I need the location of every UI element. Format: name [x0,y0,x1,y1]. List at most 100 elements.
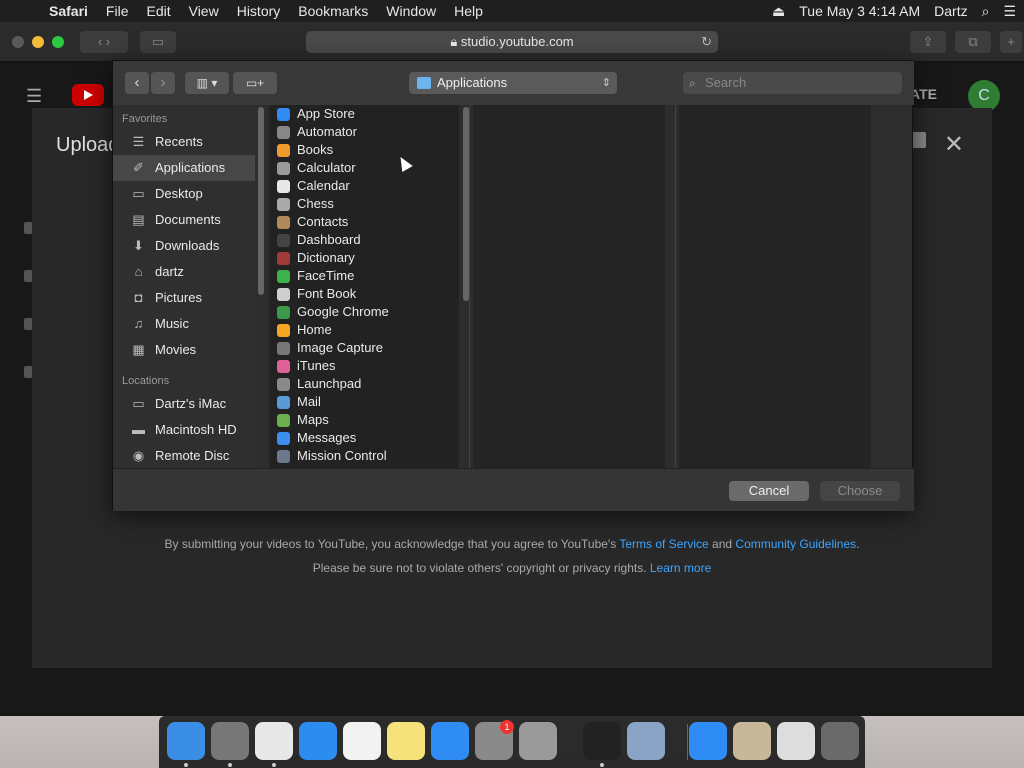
remote-disc-icon: ◉ [132,448,145,463]
dock-finder-icon[interactable] [167,722,205,760]
column-divider[interactable] [469,105,470,468]
list-item[interactable]: Calculator [269,159,459,177]
list-item-label: Messages [297,430,357,445]
sidebar-item-applications[interactable]: ✐ Applications [113,155,255,181]
community-guidelines-link[interactable]: Community Guidelines [735,537,856,551]
menu-file[interactable]: File [97,3,138,19]
clock[interactable]: Tue May 3 4:14 AM [799,3,920,19]
app-icon [277,270,290,283]
sidebar-item-movies[interactable]: ▦ Movies [113,337,255,363]
sidebar-item-home[interactable]: ⌂ dartz [113,259,255,285]
dock-downloads-stack-icon[interactable] [777,722,815,760]
app-icon [277,306,290,319]
tabs-overview-icon[interactable]: ⧉ [955,31,991,53]
sidebar-item-pictures[interactable]: ◘ Pictures [113,285,255,311]
sidebar-item-recents[interactable]: ☰ Recents [113,129,255,155]
column-divider[interactable] [675,105,676,468]
choose-button[interactable]: Choose [820,481,900,501]
notification-center-icon[interactable]: ☰ [1003,3,1016,20]
back-forward-buttons[interactable]: ‹ › [80,31,128,53]
list-item[interactable]: FaceTime [269,267,459,285]
share-icon[interactable]: ⇪ [910,31,946,53]
recents-icon: ☰ [132,134,145,149]
menu-app-safari[interactable]: Safari [40,3,97,19]
list-item[interactable]: Dashboard [269,231,459,249]
file-dialog-toolbar: ‹ › ▥ ▾ ▭+ Applications ⇕ ⌕ Search [113,61,914,105]
cancel-button[interactable]: Cancel [729,481,809,501]
list-item[interactable]: Mission Control [269,447,459,465]
menu-bookmarks[interactable]: Bookmarks [289,3,377,19]
lock-icon: 🔒︎ [450,34,458,49]
fullscreen-window-button[interactable] [52,36,64,48]
list-item-label: FaceTime [297,268,355,283]
applications-icon: ✐ [133,160,144,175]
minimize-window-button[interactable] [32,36,44,48]
sidebar-scrollbar[interactable] [258,107,264,295]
new-folder-icon[interactable]: ▭+ [233,72,277,94]
menu-window[interactable]: Window [377,3,445,19]
terms-of-service-link[interactable]: Terms of Service [619,537,708,551]
eject-icon[interactable]: ⏏ [772,3,785,20]
search-field[interactable]: ⌕ Search [683,72,902,94]
sidebar-item-macintosh-hd[interactable]: ▬ Macintosh HD [113,417,255,443]
close-window-button[interactable] [12,36,24,48]
list-item[interactable]: Books [269,141,459,159]
hamburger-menu-icon[interactable]: ☰ [26,86,42,107]
dock-chrome-icon[interactable] [255,722,293,760]
dock-app-store-icon[interactable] [431,722,469,760]
dock-trash-icon[interactable] [821,722,859,760]
dock-preview-icon[interactable] [627,722,665,760]
running-indicator [184,763,188,767]
dock-photos-folder-icon[interactable] [733,722,771,760]
menu-history[interactable]: History [228,3,290,19]
dock-utility-icon[interactable] [519,722,557,760]
menu-help[interactable]: Help [445,3,492,19]
list-item[interactable]: Launchpad [269,375,459,393]
menu-view[interactable]: View [180,3,228,19]
sidebar-item-music[interactable]: ♫ Music [113,311,255,337]
address-bar[interactable]: 🔒︎ studio.youtube.com ↻ [306,31,718,53]
forward-icon[interactable]: › [151,72,175,94]
dock-notes-icon[interactable] [387,722,425,760]
dock-calendar-icon[interactable] [343,722,381,760]
app-icon [277,144,290,157]
list-item[interactable]: Maps [269,411,459,429]
dock-app-store-2-icon[interactable] [689,722,727,760]
back-icon[interactable]: ‹ [125,72,149,94]
view-mode-icon[interactable]: ▥ ▾ [185,72,229,94]
list-item[interactable]: Dictionary [269,249,459,267]
menu-bar-status: ⏏ Tue May 3 4:14 AM Dartz ⌕ ☰ [772,0,1016,22]
list-item[interactable]: Image Capture [269,339,459,357]
location-popup[interactable]: Applications ⇕ [409,72,617,94]
create-button[interactable]: ATE [910,86,937,102]
list-item[interactable]: Messages [269,429,459,447]
list-item[interactable]: Font Book [269,285,459,303]
list-item[interactable]: Chess [269,195,459,213]
youtube-logo-icon[interactable] [72,84,104,106]
sidebar-item-imac[interactable]: ▭ Dartz's iMac [113,391,255,417]
list-item[interactable]: Mail [269,393,459,411]
list-item[interactable]: iTunes [269,357,459,375]
list-item[interactable]: Google Chrome [269,303,459,321]
dock-launchpad-icon[interactable] [211,722,249,760]
list-item[interactable]: Contacts [269,213,459,231]
list-item-label: Home [297,322,332,337]
sidebar-toggle-icon[interactable]: ▭ [140,31,176,53]
list-item[interactable]: Automator [269,123,459,141]
sidebar-item-desktop[interactable]: ▭ Desktop [113,181,255,207]
list-item[interactable]: App Store [269,105,459,123]
new-tab-icon[interactable]: + [1000,31,1022,53]
close-icon[interactable]: ✕ [944,130,964,159]
spotlight-search-icon[interactable]: ⌕ [982,3,990,20]
list-item[interactable]: Home [269,321,459,339]
list-item[interactable]: Calendar [269,177,459,195]
sidebar-item-downloads[interactable]: ⬇ Downloads [113,233,255,259]
dock-terminal-icon[interactable] [583,722,621,760]
reload-icon[interactable]: ↻ [701,31,712,53]
dock-safari-icon[interactable] [299,722,337,760]
sidebar-item-documents[interactable]: ▤ Documents [113,207,255,233]
learn-more-link[interactable]: Learn more [650,561,711,575]
menu-edit[interactable]: Edit [137,3,179,19]
sidebar-item-remote-disc[interactable]: ◉ Remote Disc [113,443,255,469]
user-menu[interactable]: Dartz [934,3,967,19]
